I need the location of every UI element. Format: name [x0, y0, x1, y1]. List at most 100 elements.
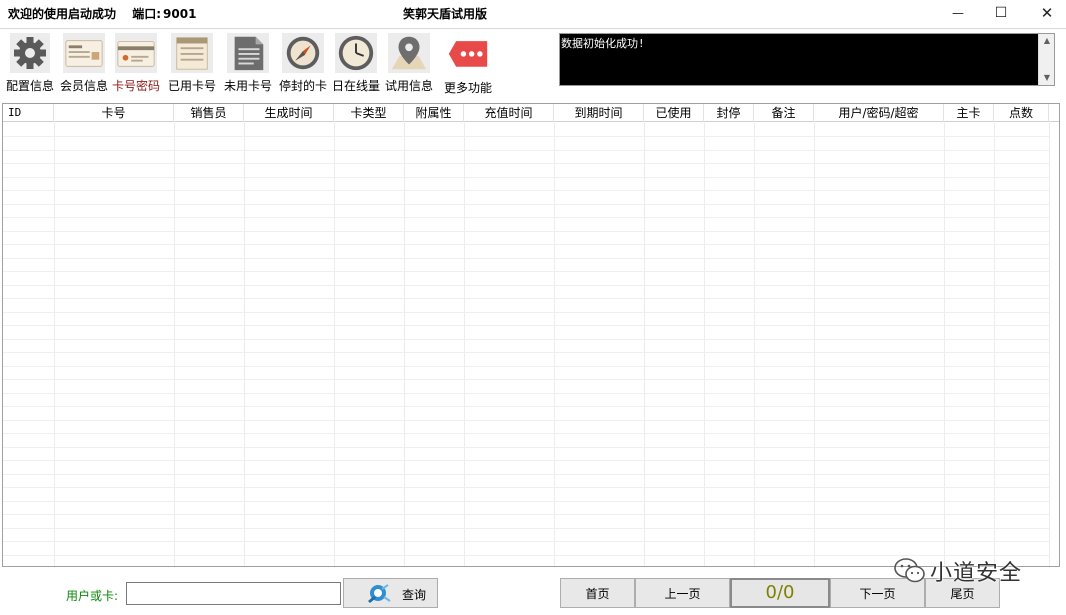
col-id[interactable]: ID [3, 104, 54, 122]
toolbar-trial-button[interactable]: 试用信息 [383, 30, 435, 96]
query-label: 用户或卡: [66, 589, 119, 603]
search-icon [364, 583, 392, 605]
log-console[interactable]: 数据初始化成功! ▲ ▼ [559, 33, 1055, 86]
col-created-time[interactable]: 生成时间 [244, 104, 334, 122]
used-card-icon [171, 32, 213, 74]
log-scrollbar[interactable]: ▲ ▼ [1038, 34, 1054, 85]
scroll-up-icon[interactable]: ▲ [1039, 34, 1055, 48]
watermark: 小道安全 [894, 553, 1044, 589]
card-table[interactable]: ID 卡号 销售员 生成时间 卡类型 附属性 充值时间 到期时间 已使用 封停 … [2, 103, 1060, 567]
card-password-icon [115, 32, 157, 74]
grid-row-line [3, 460, 1049, 461]
maximize-icon: ☐ [994, 5, 1008, 21]
toolbar-trial-label: 试用信息 [384, 79, 433, 93]
grid-row-line [3, 136, 1049, 137]
toolbar-blocked-card-button[interactable]: 停封的卡 [277, 30, 329, 96]
toolbar-used-card-button[interactable]: 已用卡号 [166, 30, 218, 96]
grid-row-line [3, 204, 1049, 205]
grid-row-line [3, 163, 1049, 164]
grid-row-line [3, 244, 1049, 245]
grid-row-line [3, 420, 1049, 421]
port-label: 端口: [132, 7, 162, 21]
col-expire-time[interactable]: 到期时间 [554, 104, 644, 122]
col-card-type[interactable]: 卡类型 [334, 104, 404, 122]
grid-row-line [3, 258, 1049, 259]
grid-row-line [3, 150, 1049, 151]
grid-row-line [3, 352, 1049, 353]
toolbar-config-button[interactable]: 配置信息 [4, 30, 56, 96]
grid-row-line [3, 231, 1049, 232]
wechat-logo-icon [894, 557, 926, 585]
grid-row-line [3, 271, 1049, 272]
toolbar-used-card-label: 已用卡号 [167, 79, 216, 93]
grid-row-line [3, 366, 1049, 367]
col-points[interactable]: 点数 [994, 104, 1049, 122]
close-icon: ✕ [1040, 4, 1054, 22]
title-bar: 欢迎的使用启动成功 端口: 9001 笑郭天盾试用版 — ☐ ✕ [0, 0, 1066, 28]
page-count: 0/0 [730, 578, 830, 608]
table-header: ID 卡号 销售员 生成时间 卡类型 附属性 充值时间 到期时间 已使用 封停 … [3, 104, 1059, 122]
welcome-text: 欢迎的使用启动成功 [8, 7, 117, 21]
grid-row-line [3, 406, 1049, 407]
first-page-button[interactable]: 首页 [560, 578, 635, 608]
grid-row-line [3, 528, 1049, 529]
watermark-text: 小道安全 [930, 561, 1023, 586]
grid-column-line [1049, 123, 1050, 566]
col-recharge-time[interactable]: 充值时间 [464, 104, 554, 122]
table-body [3, 123, 1059, 566]
toolbar-member-button[interactable]: 会员信息 [58, 30, 110, 96]
grid-row-line [3, 325, 1049, 326]
col-blocked[interactable]: 封停 [704, 104, 754, 122]
grid-row-line [3, 177, 1049, 178]
toolbar-card-password-button[interactable]: 卡号密码 [110, 30, 162, 96]
toolbar-more-button[interactable]: 更多功能 [442, 30, 494, 96]
clock-icon [335, 32, 377, 74]
member-card-icon [63, 32, 105, 74]
grid-row-line [3, 447, 1049, 448]
grid-row-line [3, 541, 1049, 542]
col-note[interactable]: 备注 [754, 104, 814, 122]
location-pin-icon [388, 32, 430, 74]
minimize-button[interactable]: — [935, 0, 981, 26]
col-card-number[interactable]: 卡号 [54, 104, 174, 122]
grid-row-line [3, 298, 1049, 299]
toolbar-more-label: 更多功能 [443, 81, 492, 95]
col-seller[interactable]: 销售员 [174, 104, 244, 122]
query-button[interactable]: 查询 [343, 578, 438, 608]
port-value: 9001 [163, 7, 197, 21]
scroll-down-icon[interactable]: ▼ [1039, 71, 1055, 85]
title-separator [0, 28, 1066, 29]
prev-page-button[interactable]: 上一页 [635, 578, 730, 608]
query-button-label: 查询 [402, 588, 427, 602]
more-tag-icon [447, 32, 489, 74]
grid-row-line [3, 217, 1049, 218]
unused-card-icon [227, 32, 269, 74]
col-used[interactable]: 已使用 [644, 104, 704, 122]
maximize-button[interactable]: ☐ [978, 0, 1024, 26]
toolbar-online-button[interactable]: 日在线量 [330, 30, 382, 96]
grid-row-line [3, 474, 1049, 475]
grid-row-line [3, 393, 1049, 394]
col-user-password[interactable]: 用户/密码/超密 [814, 104, 944, 122]
grid-row-line [3, 433, 1049, 434]
grid-row-line [3, 190, 1049, 191]
app-title: 笑郭天盾试用版 [403, 7, 488, 21]
compass-icon [282, 32, 324, 74]
status-text: 欢迎的使用启动成功 端口: 9001 [8, 5, 208, 22]
grid-row-line [3, 379, 1049, 380]
gear-icon [9, 32, 51, 74]
toolbar-unused-card-button[interactable]: 未用卡号 [222, 30, 274, 96]
grid-row-line [3, 312, 1049, 313]
minimize-icon: — [952, 6, 964, 20]
log-text: 数据初始化成功! [561, 37, 645, 50]
grid-row-line [3, 501, 1049, 502]
close-button[interactable]: ✕ [1024, 0, 1066, 26]
grid-row-line [3, 514, 1049, 515]
toolbar-card-password-label: 卡号密码 [111, 79, 160, 93]
grid-row-line [3, 339, 1049, 340]
col-attribute[interactable]: 附属性 [404, 104, 464, 122]
grid-row-line [3, 285, 1049, 286]
col-main-card[interactable]: 主卡 [944, 104, 994, 122]
grid-row-line [3, 555, 1049, 556]
query-input[interactable] [126, 582, 341, 605]
